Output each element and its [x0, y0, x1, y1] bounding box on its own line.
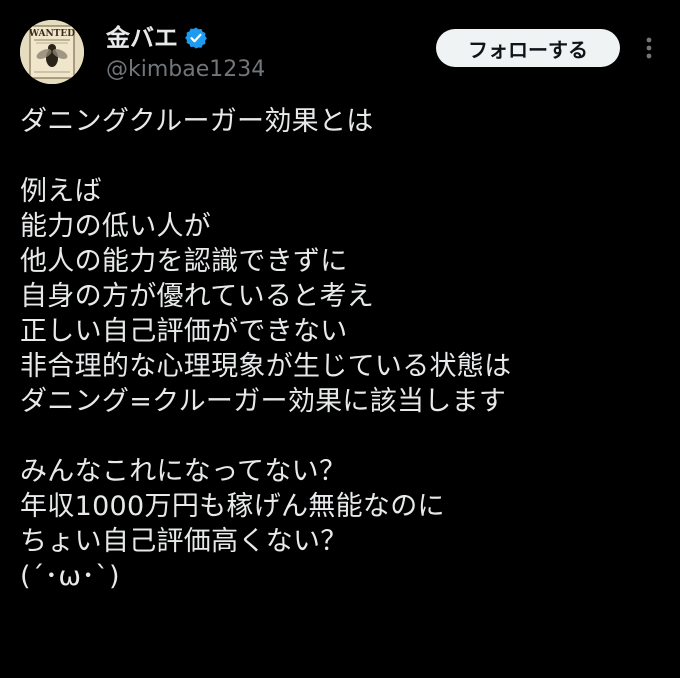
tweet-line: ダニングクルーガー効果とは [20, 106, 374, 137]
follow-button[interactable]: フォローする [436, 29, 620, 67]
display-name[interactable]: 金バエ [106, 22, 178, 54]
avatar[interactable]: WANTED [20, 20, 84, 84]
tweet-line: 正しい自己評価ができない [20, 316, 348, 347]
svg-text:WANTED: WANTED [28, 29, 75, 39]
name-row: 金バエ [106, 22, 208, 54]
tweet-line: 他人の能力を認識できずに [20, 246, 348, 277]
tweet-text: ダニングクルーガー効果とは 例えば能力の低い人が他人の能力を認識できずに 自身の方が… [20, 104, 670, 594]
verified-badge-icon [184, 26, 208, 50]
tweet-line: 能力の低い人が [20, 211, 212, 242]
tweet-line: 年収1000万円も稼げん無能なのに [20, 491, 445, 522]
tweet-line: (´･ω･`) [20, 561, 120, 592]
more-vertical-icon[interactable] [638, 34, 660, 62]
tweet-line: 例えば [20, 176, 102, 207]
tweet-line: みんなこれになってない？ [20, 456, 347, 487]
wanted-poster-image: WANTED [20, 20, 84, 84]
user-handle[interactable]: @kimbae1234 [106, 56, 265, 84]
tweet-line: ダニング=クルーガー効果に該当します [20, 386, 507, 417]
tweet-line: 自身の方が優れていると考え [20, 281, 375, 312]
tweet-header: WANTED 金バエ @kimbae1234 フォローする [0, 0, 680, 100]
tweet-line: 非合理的な心理現象が生じている状態は [20, 351, 512, 382]
tweet-line: ちょい自己評価高くない？ [20, 526, 348, 557]
